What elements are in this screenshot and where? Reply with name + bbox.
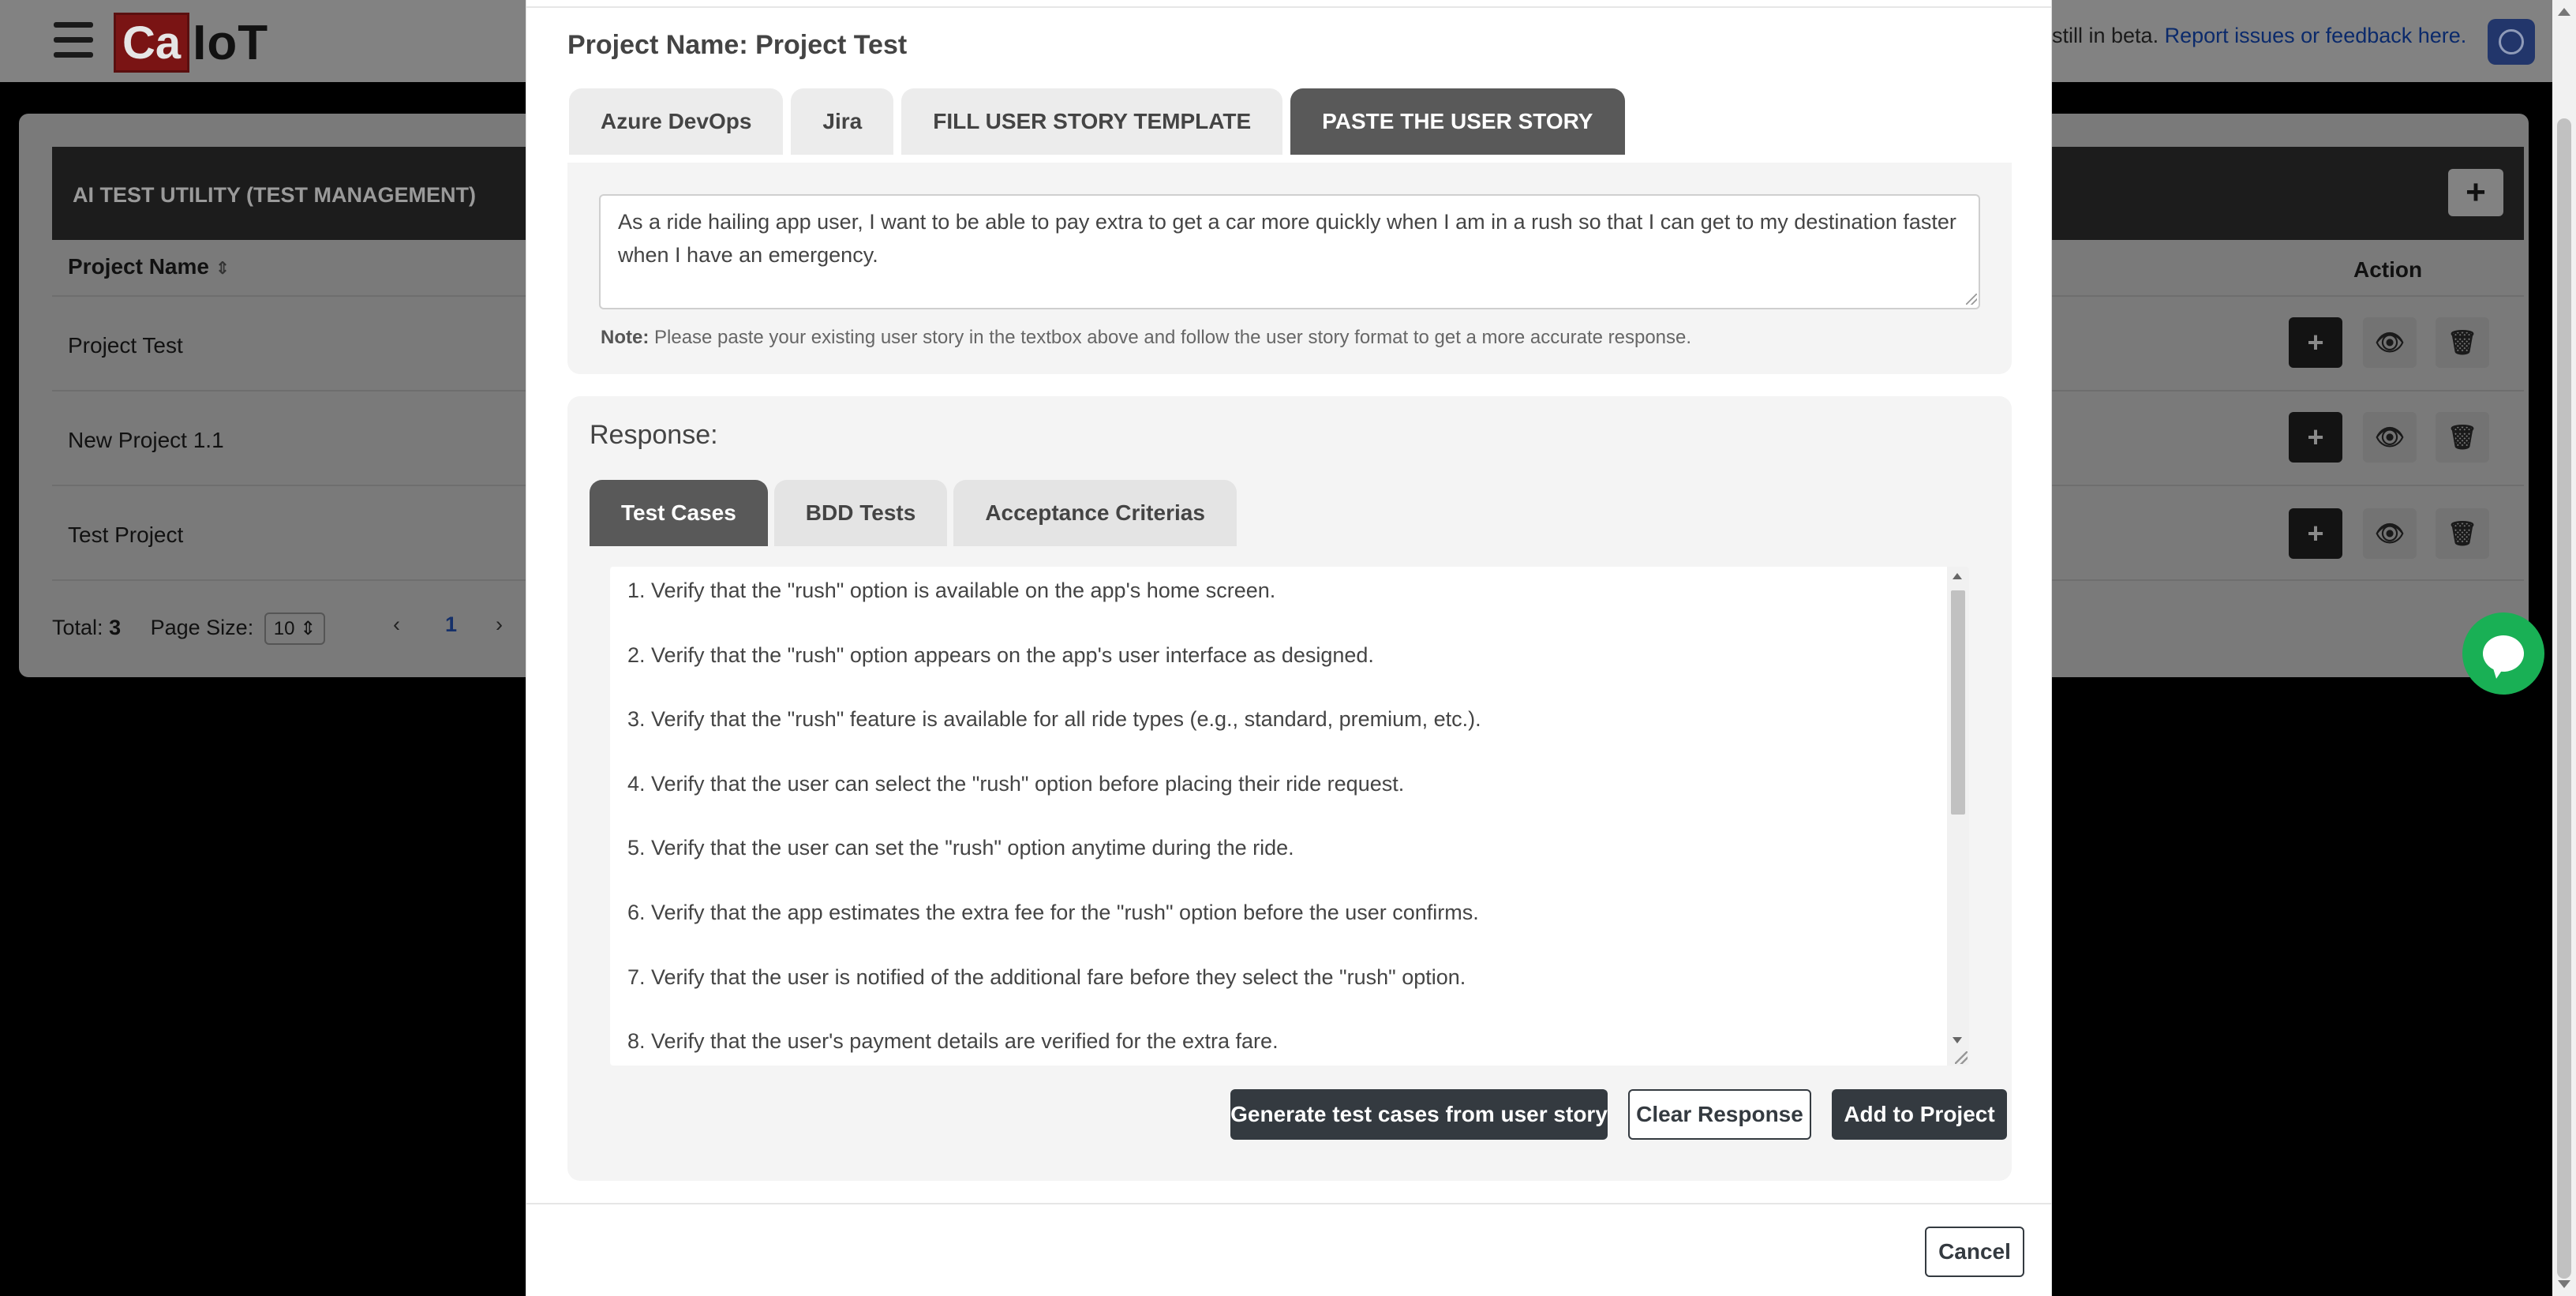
add-project-button[interactable]: +	[2448, 169, 2503, 216]
output-scrollbar-thumb[interactable]	[1951, 590, 1965, 815]
user-story-note: Note: Please paste your existing user st…	[601, 327, 1691, 349]
row-add-button[interactable]: +	[2289, 508, 2342, 559]
logo-iot: IoT	[193, 15, 269, 70]
row-add-button[interactable]: +	[2289, 317, 2342, 368]
table-row-project-name[interactable]: New Project 1.1	[68, 428, 224, 453]
pager-next-icon[interactable]: ›	[496, 612, 503, 637]
app-logo[interactable]: Ca IoT	[114, 11, 268, 74]
clear-response-button[interactable]: Clear Response	[1628, 1089, 1811, 1140]
sort-icon[interactable]: ⇕	[215, 258, 230, 278]
tab-bdd-tests[interactable]: BDD Tests	[773, 480, 948, 546]
row-view-eye-icon[interactable]: 👁	[2363, 412, 2417, 463]
page-size-label: Page Size:	[150, 616, 254, 639]
modal-footer-divider	[526, 1203, 2051, 1204]
list-item: 7. Verify that the user is notified of t…	[627, 965, 1466, 989]
tab-test-cases[interactable]: Test Cases	[590, 480, 768, 546]
tab-acceptance-criterias[interactable]: Acceptance Criterias	[953, 480, 1237, 546]
user-icon	[2499, 29, 2524, 54]
tab-jira[interactable]: Jira	[791, 88, 894, 155]
output-scroll-up-icon[interactable]	[1953, 573, 1962, 579]
row-view-eye-icon[interactable]: 👁	[2363, 508, 2417, 559]
list-item: 2. Verify that the "rush" option appears…	[627, 642, 1374, 667]
pager-prev-icon[interactable]: ‹	[393, 612, 400, 637]
response-tabs: Test Cases BDD Tests Acceptance Criteria…	[590, 480, 1237, 546]
output-resize-handle-icon[interactable]	[1955, 1051, 1968, 1064]
list-item: 1. Verify that the "rush" option is avai…	[627, 579, 1276, 602]
table-footer: Total: 3 Page Size: 10 ⇕	[52, 612, 326, 645]
modal-title: Project Name: Project Test	[567, 30, 908, 60]
user-story-textarea[interactable]: As a ride hailing app user, I want to be…	[599, 194, 1980, 309]
user-story-modal: Project Name: Project Test Azure DevOps …	[526, 0, 2052, 1296]
chat-widget-button[interactable]	[2462, 612, 2544, 695]
page-size-select[interactable]: 10 ⇕	[264, 612, 326, 645]
note-text: Please paste your existing user story in…	[654, 327, 1692, 348]
logo-ca: Ca	[114, 13, 190, 73]
modal-top-border	[526, 6, 2051, 8]
row-view-eye-icon[interactable]: 👁	[2363, 317, 2417, 368]
scroll-up-arrow-icon[interactable]	[2558, 8, 2570, 16]
test-case-list: 1. Verify that the "rush" option is avai…	[610, 567, 1969, 1066]
user-story-panel: As a ride hailing app user, I want to be…	[567, 163, 2012, 374]
user-avatar-button[interactable]	[2488, 19, 2535, 65]
generate-test-cases-button[interactable]: Generate test cases from user story	[1230, 1089, 1608, 1140]
list-item: 4. Verify that the user can select the "…	[627, 771, 1405, 796]
page-size-value: 10	[273, 618, 295, 639]
chat-bubble-icon	[2483, 635, 2524, 672]
total-value: 3	[109, 616, 122, 639]
scroll-down-arrow-icon[interactable]	[2558, 1280, 2570, 1288]
list-item: 6. Verify that the app estimates the ext…	[627, 900, 1479, 924]
textarea-resize-handle-icon[interactable]	[1966, 294, 1977, 305]
table-row-project-name[interactable]: Test Project	[68, 523, 183, 548]
response-heading: Response:	[590, 420, 718, 450]
project-name-label: Project Name	[68, 254, 209, 279]
tab-azure-devops[interactable]: Azure DevOps	[569, 88, 784, 155]
test-cases-output[interactable]: 1. Verify that the "rush" option is avai…	[610, 567, 1969, 1066]
row-delete-trash-icon[interactable]: 🗑	[2436, 508, 2489, 559]
page-scrollbar-thumb[interactable]	[2557, 118, 2571, 1279]
report-issues-link[interactable]: Report issues or feedback here.	[2165, 24, 2467, 47]
add-to-project-button[interactable]: Add to Project	[1832, 1089, 2007, 1140]
note-label: Note:	[601, 327, 650, 348]
row-delete-trash-icon[interactable]: 🗑	[2436, 317, 2489, 368]
hamburger-menu-icon[interactable]	[54, 22, 93, 58]
column-header-action: Action	[2353, 257, 2423, 282]
total-label: Total:	[52, 616, 103, 639]
pager-page-1[interactable]: 1	[445, 612, 457, 637]
row-delete-trash-icon[interactable]: 🗑	[2436, 412, 2489, 463]
source-tabs: Azure DevOps Jira FILL USER STORY TEMPLA…	[569, 88, 1625, 155]
beta-notice: still in beta. Report issues or feedback…	[2052, 24, 2466, 48]
list-item: 8. Verify that the user's payment detail…	[627, 1029, 1279, 1054]
output-scroll-down-icon[interactable]	[1953, 1037, 1962, 1043]
cancel-button[interactable]: Cancel	[1925, 1227, 2024, 1277]
column-header-project-name[interactable]: Project Name ⇕	[68, 254, 230, 279]
list-item: 5. Verify that the user can set the "rus…	[627, 836, 1294, 860]
row-add-button[interactable]: +	[2289, 412, 2342, 463]
tab-paste-the-user-story[interactable]: PASTE THE USER STORY	[1290, 88, 1625, 155]
project-card-title: AI TEST UTILITY (TEST MANAGEMENT)	[73, 183, 476, 207]
table-row-project-name[interactable]: Project Test	[68, 333, 183, 358]
beta-text: still in beta.	[2052, 24, 2159, 47]
tab-fill-user-story-template[interactable]: FILL USER STORY TEMPLATE	[901, 88, 1283, 155]
response-panel: Response: Test Cases BDD Tests Acceptanc…	[567, 396, 2012, 1181]
list-item: 3. Verify that the "rush" feature is ava…	[627, 707, 1481, 732]
